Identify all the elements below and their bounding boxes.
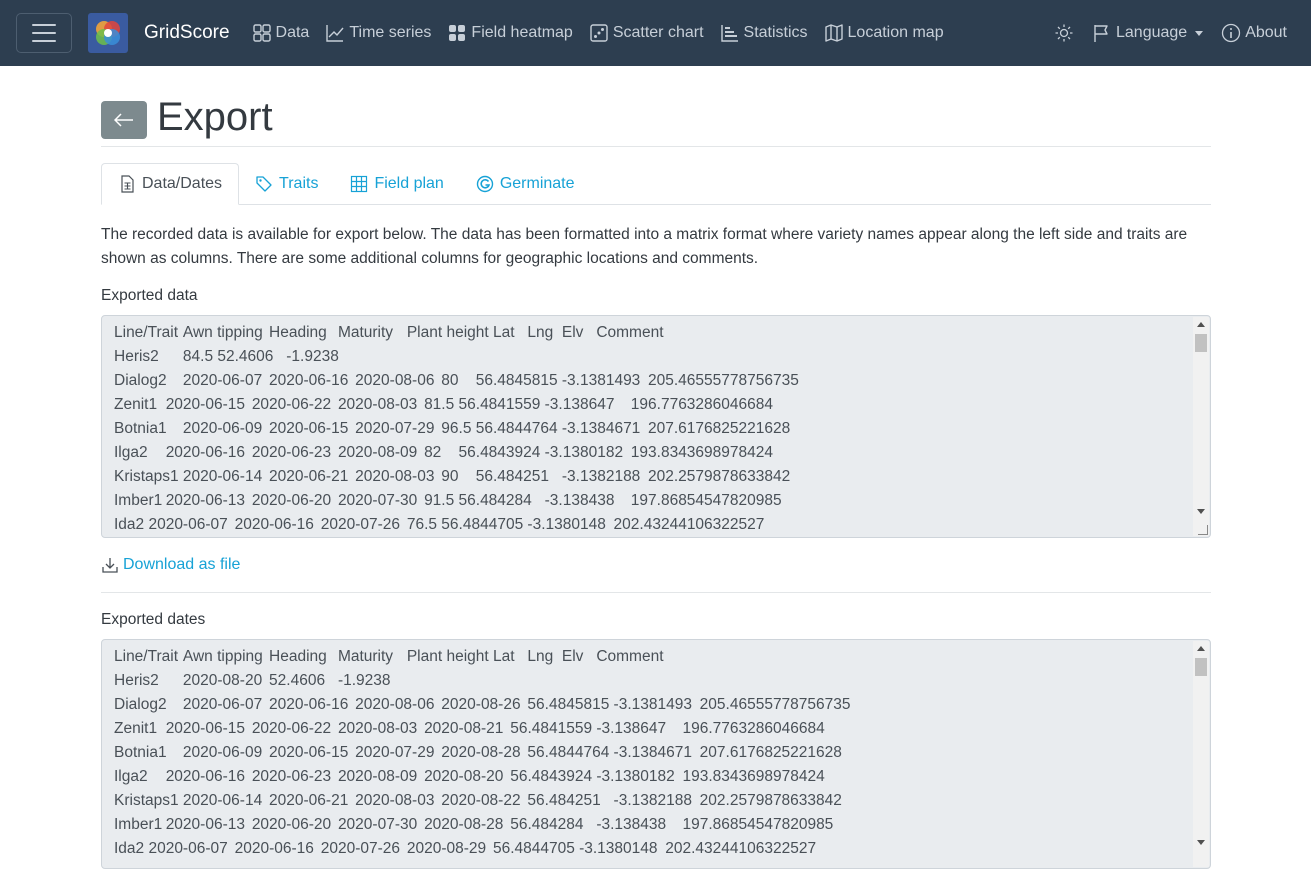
download-link[interactable]: Download as file <box>101 556 1211 574</box>
resize-handle[interactable] <box>1198 525 1208 535</box>
exported-data-textarea[interactable]: Line/Trait Awn tipping Heading Maturity … <box>101 315 1211 538</box>
scroll-thumb[interactable] <box>1195 334 1207 352</box>
page-title: Export <box>157 94 273 139</box>
sun-icon <box>1055 24 1073 42</box>
table-icon <box>351 175 368 193</box>
nav-item-label: Data <box>275 24 310 41</box>
language-label: Language <box>1116 24 1188 41</box>
scroll-up-arrow-icon[interactable] <box>1197 322 1205 327</box>
flag-icon <box>1094 25 1108 42</box>
nav-item-label: Scatter chart <box>612 24 704 41</box>
arrow-left-icon <box>114 113 133 127</box>
grid-icon <box>252 24 271 42</box>
app-brand[interactable]: GridScore <box>144 22 230 44</box>
exported-data-label: Exported data <box>101 287 198 304</box>
divider <box>101 146 1211 147</box>
nav-item-time-series[interactable]: Time series <box>325 23 431 43</box>
about-link[interactable]: About <box>1221 23 1287 43</box>
app-logo[interactable] <box>88 13 128 53</box>
hamburger-icon <box>32 24 56 26</box>
info-icon <box>1222 23 1241 43</box>
tab-traits[interactable]: Traits <box>239 163 334 205</box>
scatter-icon <box>590 24 608 42</box>
top-navbar: GridScore Data Time series Field heatmap… <box>0 0 1311 66</box>
theme-toggle-button[interactable] <box>1054 23 1074 43</box>
menu-toggle-button[interactable] <box>16 13 72 53</box>
nav-item-data[interactable]: Data <box>252 23 310 43</box>
logo-icon <box>96 21 120 45</box>
nav-item-label: Field heatmap <box>471 24 573 41</box>
tab-label: Field plan <box>374 175 444 192</box>
scroll-up-arrow-icon[interactable] <box>1197 646 1205 651</box>
scrollbar[interactable] <box>1193 317 1209 536</box>
file-spreadsheet-icon <box>121 175 134 193</box>
map-icon <box>824 24 843 42</box>
nav-item-label: Statistics <box>743 24 808 41</box>
germinate-icon <box>476 175 494 193</box>
tab-label: Data/Dates <box>142 175 223 192</box>
divider <box>101 592 1211 593</box>
download-icon <box>102 558 118 573</box>
scroll-down-arrow-icon[interactable] <box>1197 840 1205 845</box>
tab-germinate[interactable]: Germinate <box>460 163 591 205</box>
nav-item-label: Location map <box>847 24 944 41</box>
main-content: Export Data/Dates Traits Field plan Germ… <box>101 66 1211 869</box>
exported-dates-content: Line/Trait Awn tipping Heading Maturity … <box>114 648 851 857</box>
caret-down-icon <box>1195 30 1204 36</box>
about-label: About <box>1245 24 1287 41</box>
language-dropdown[interactable]: Language <box>1092 23 1204 43</box>
page-header: Export <box>101 66 1211 146</box>
exported-dates-textarea[interactable]: Line/Trait Awn tipping Heading Maturity … <box>101 639 1211 869</box>
heatmap-icon <box>449 25 466 41</box>
exported-dates-label: Exported dates <box>101 611 206 628</box>
nav-item-field-heatmap[interactable]: Field heatmap <box>447 23 573 43</box>
nav-item-label: Time series <box>349 24 432 41</box>
nav-item-statistics[interactable]: Statistics <box>720 23 808 43</box>
nav-item-location-map[interactable]: Location map <box>824 23 944 43</box>
download-label: Download as file <box>123 556 241 573</box>
scroll-down-arrow-icon[interactable] <box>1197 509 1205 514</box>
export-tabs: Data/Dates Traits Field plan Germinate <box>101 163 1211 205</box>
nav-item-scatter-chart[interactable]: Scatter chart <box>589 23 704 43</box>
statistics-icon <box>720 25 738 42</box>
back-button[interactable] <box>101 101 147 139</box>
tab-data-dates[interactable]: Data/Dates <box>101 163 240 205</box>
nav-right: Language About <box>1054 23 1295 43</box>
exported-data-content: Line/Trait Awn tipping Heading Maturity … <box>114 324 799 533</box>
main-nav: Data Time series Field heatmap Scatter c… <box>252 23 960 43</box>
scroll-thumb[interactable] <box>1195 658 1207 676</box>
line-chart-icon <box>326 25 344 42</box>
export-description: The recorded data is available for expor… <box>101 226 1188 267</box>
tab-label: Traits <box>279 175 319 192</box>
tab-label: Germinate <box>499 175 575 192</box>
tab-field-plan[interactable]: Field plan <box>334 163 459 205</box>
tags-icon <box>256 176 272 192</box>
scrollbar[interactable] <box>1193 641 1209 867</box>
